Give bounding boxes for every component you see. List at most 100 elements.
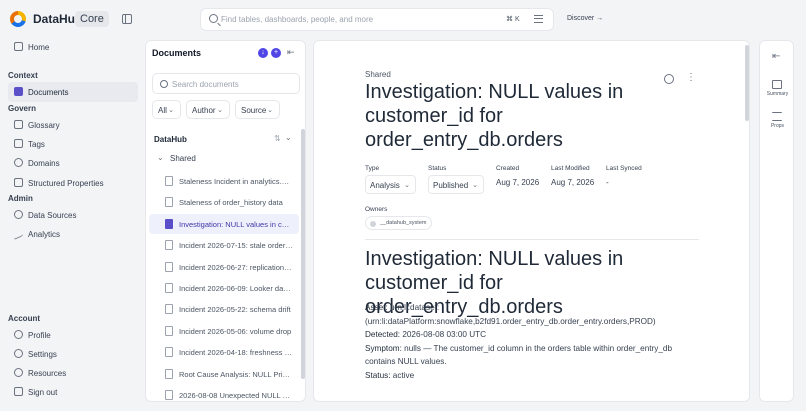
symptom-line: Symptom: nulls — The customer_id column …: [365, 342, 695, 356]
detected-key: Detected:: [365, 330, 401, 339]
plug-icon: [14, 210, 23, 219]
sidebar-toggle-icon[interactable]: [122, 14, 132, 24]
summary-tab-label[interactable]: Summary: [760, 91, 795, 97]
synced-label: Last Synced: [606, 165, 642, 172]
document-list-item-label: Incident 2026-06-27: replication lag: [179, 262, 293, 272]
properties-icon[interactable]: [772, 112, 782, 121]
document-list-item[interactable]: Incident 2026-06-27: replication lag: [149, 257, 299, 277]
document-icon: [165, 218, 173, 229]
document-icon: [165, 304, 173, 315]
discover-link[interactable]: Discover →: [567, 15, 603, 22]
filter-all-dropdown[interactable]: All ⌄: [152, 100, 181, 119]
chevron-down-icon: ⌄: [217, 107, 223, 114]
tree-root[interactable]: DataHub: [154, 135, 187, 144]
document-list-item[interactable]: Incident 2026-04-18: freshness check fai…: [149, 342, 299, 362]
filter-source-dropdown[interactable]: Source ⌄: [235, 100, 280, 119]
nav-sign-out[interactable]: Sign out: [8, 382, 138, 402]
sort-icon[interactable]: ⇅: [274, 134, 281, 143]
folder-chevron-icon[interactable]: ⌄: [157, 153, 164, 162]
collapse-panel-icon[interactable]: ⇤: [287, 47, 295, 58]
breadcrumb[interactable]: Shared: [365, 70, 391, 79]
document-icon: [165, 176, 173, 186]
document-list-item-label: Root Cause Analysis: NULL Pricing: [179, 369, 293, 379]
document-icon: [165, 197, 173, 208]
folder-shared[interactable]: Shared: [170, 154, 196, 163]
chevron-down-icon: ⌄: [168, 107, 174, 114]
document-list-item[interactable]: Incident 2026-05-06: volume drop: [149, 321, 299, 341]
trend-icon: [14, 226, 23, 241]
document-list-item[interactable]: Staleness of order_history data: [149, 192, 299, 212]
home-icon: [14, 42, 23, 51]
nav-analytics[interactable]: Analytics: [8, 224, 138, 244]
page-title[interactable]: Investigation: NULL values in customer_i…: [365, 80, 645, 152]
gear-icon: [14, 349, 23, 358]
nav-analytics-label: Analytics: [28, 230, 61, 239]
nav-domains[interactable]: Domains: [8, 153, 138, 173]
status-select[interactable]: Published ⌄: [428, 175, 484, 194]
download-icon[interactable]: ↓: [258, 48, 268, 58]
owners-label: Owners: [365, 206, 388, 213]
filter-author-label: Author: [192, 106, 216, 115]
documents-panel-title: Documents: [152, 48, 202, 58]
nav-structured-properties[interactable]: Structured Properties: [8, 173, 138, 193]
chevron-down-icon[interactable]: ⌄: [285, 133, 292, 142]
modified-label: Last Modified: [551, 165, 590, 172]
symptom-key: Symptom:: [365, 344, 402, 353]
history-icon[interactable]: [664, 74, 674, 84]
nav-settings-label: Settings: [28, 350, 57, 359]
modified-value: Aug 7, 2026: [551, 178, 595, 187]
documents-search-input[interactable]: Search documents: [152, 73, 300, 94]
symptom-value: nulls — The customer_id column in the or…: [401, 344, 673, 353]
synced-value: -: [606, 178, 609, 187]
document-list-item-label: Incident 2026-06-09: Looker dashboard er…: [179, 284, 293, 293]
document-list-item-label: Investigation: NULL values in customer_i…: [179, 219, 293, 229]
document-list-item[interactable]: Incident 2026-05-22: schema drift: [149, 299, 299, 319]
detected-value: 2026-08-08 03:00 UTC: [400, 330, 487, 339]
document-scrollbar[interactable]: [745, 45, 749, 121]
nav-section-context: Context: [8, 71, 38, 80]
filter-author-dropdown[interactable]: Author ⌄: [186, 100, 230, 119]
documents-scrollbar[interactable]: [301, 129, 305, 379]
nav-settings[interactable]: Settings: [8, 344, 138, 364]
document-icon: [165, 240, 173, 251]
status-line: Status: active: [365, 369, 695, 383]
document-list-item[interactable]: Staleness Incident in analytics.monthly_…: [149, 171, 299, 191]
nav-profile[interactable]: Profile: [8, 325, 138, 345]
asset-value: urn:li:dataset:: [387, 303, 440, 312]
nav-profile-label: Profile: [28, 331, 51, 340]
document-list-item[interactable]: 2026-08-08 Unexpected NULL values: [149, 385, 299, 401]
owner-chip[interactable]: __datahub_system: [365, 216, 433, 230]
more-options-icon[interactable]: ⋮: [686, 72, 696, 83]
nav-section-govern: Govern: [8, 104, 37, 113]
global-search-input[interactable]: Find tables, dashboards, people, and mor…: [200, 8, 554, 31]
nav-documents[interactable]: Documents: [8, 82, 138, 102]
summary-icon[interactable]: [772, 80, 782, 89]
user-icon: [14, 330, 23, 339]
datahub-logo-icon[interactable]: [10, 11, 26, 27]
detected-line: Detected: 2026-08-08 03:00 UTC: [365, 328, 695, 342]
nav-tags[interactable]: Tags: [8, 134, 138, 154]
type-select[interactable]: Analysis ⌄: [365, 175, 416, 194]
props-tab-label[interactable]: Props: [760, 123, 795, 129]
documents-search-placeholder: Search documents: [172, 80, 239, 89]
filter-icon[interactable]: [534, 15, 543, 23]
document-list-item[interactable]: Incident 2026-07-15: stale orders table: [149, 235, 299, 255]
nav-data-sources[interactable]: Data Sources: [8, 205, 138, 225]
nav-home[interactable]: Home: [8, 37, 138, 57]
add-document-icon[interactable]: +: [271, 48, 281, 58]
asset-line: Asset: urn:li:dataset:: [365, 301, 695, 315]
document-list-item[interactable]: Root Cause Analysis: NULL Pricing: [149, 364, 299, 384]
nav-structured-properties-label: Structured Properties: [28, 179, 104, 188]
document-list-item-label: Incident 2026-07-15: stale orders table: [179, 241, 293, 251]
collapse-rail-icon[interactable]: ⇤: [772, 51, 780, 62]
nav-resources[interactable]: Resources: [8, 363, 138, 383]
document-list-item[interactable]: Investigation: NULL values in customer_i…: [149, 213, 299, 234]
status-label: Status: [428, 165, 447, 172]
document-view: Shared Investigation: NULL values in cus…: [313, 40, 750, 402]
chevron-down-icon: ⌄: [472, 182, 478, 189]
nav-glossary[interactable]: Glossary: [8, 115, 138, 135]
document-list-item-label: Staleness of order_history data: [179, 198, 283, 208]
document-list-item[interactable]: Incident 2026-06-09: Looker dashboard er…: [149, 278, 299, 298]
nav-resources-label: Resources: [28, 369, 67, 378]
search-icon: [160, 80, 168, 88]
